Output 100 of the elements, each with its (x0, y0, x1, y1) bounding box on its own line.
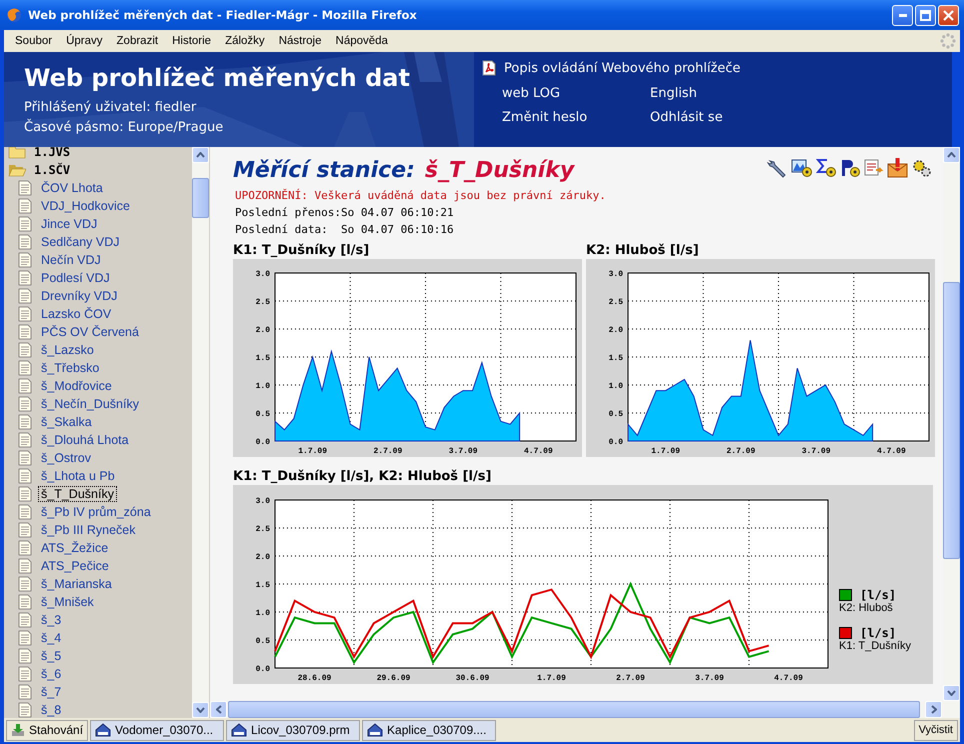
chart-title: K2: Hluboš [l/s] (586, 243, 700, 259)
y-tick-label: 2.5 (256, 525, 270, 534)
y-tick-label: 1.0 (256, 382, 270, 391)
info-value: So 04.07 06:10:21 (341, 205, 455, 220)
station-item[interactable]: š_Dlouhá Lhota (38, 432, 132, 448)
disclaimer-text: UPOZORNĚNÍ: Veškerá uváděná data jsou bez právní záruky. (235, 189, 607, 202)
chart-gear-icon[interactable] (791, 158, 813, 178)
maximize-button[interactable] (915, 4, 936, 26)
x-tick-label: 2.7.09 (616, 674, 645, 683)
station-item[interactable]: š_4 (38, 630, 64, 646)
legend-unit: [l/s] (860, 626, 896, 640)
station-item[interactable]: š_Pb III Ryneček (38, 522, 138, 538)
minimize-button[interactable] (892, 4, 913, 26)
x-tick-label: 28.6.09 (298, 674, 332, 683)
y-tick-label: 0.5 (256, 410, 270, 419)
x-tick-label: 30.6.09 (456, 674, 490, 683)
document-icon (18, 216, 32, 232)
document-icon (18, 684, 32, 700)
x-tick-label: 1.7.09 (537, 674, 566, 683)
globe-icon (6, 7, 22, 23)
spinner-icon (940, 33, 956, 49)
station-item[interactable]: š_3 (38, 612, 64, 628)
folder-item[interactable]: 1.JVS (32, 145, 72, 159)
station-item[interactable]: š_Ostrov (38, 450, 94, 466)
station-item[interactable]: š_Lazsko (38, 342, 97, 358)
page-scrollbar[interactable] (943, 147, 960, 701)
x-tick-label: 1.7.09 (298, 447, 328, 456)
station-item[interactable]: VDJ_Hodkovice (38, 198, 133, 214)
downloads-button[interactable]: Stahování (6, 720, 88, 740)
station-item[interactable]: š_Marianska (38, 576, 115, 592)
header-link[interactable]: web LOG (502, 86, 650, 101)
menu-item[interactable]: Zobrazit (110, 35, 166, 47)
x-tick-label: 4.7.09 (774, 674, 803, 683)
document-icon (18, 504, 32, 520)
station-item[interactable]: š_T_Dušníky (38, 486, 117, 502)
document-icon (18, 450, 32, 466)
download-icon (11, 723, 25, 737)
station-item[interactable]: š_6 (38, 666, 64, 682)
station-item[interactable]: š_8 (38, 702, 64, 718)
station-item[interactable]: Drevníky VDJ (38, 288, 120, 304)
station-item[interactable]: š_Modřovice (38, 378, 115, 394)
legend-label: K1: T_Dušníky (839, 640, 911, 652)
station-item[interactable]: š_Pb IV prům_zóna (38, 504, 154, 520)
menu-item[interactable]: Soubor (8, 35, 60, 47)
station-item[interactable]: Jince VDJ (38, 216, 100, 232)
download-tab[interactable]: Kaplice_030709.... (362, 720, 496, 740)
menu-item[interactable]: Nástroje (272, 35, 329, 47)
folder-item[interactable]: 1.SČV (32, 163, 72, 177)
station-label: Měřící stanice: (233, 158, 415, 183)
station-item[interactable]: š_5 (38, 648, 64, 664)
station-item[interactable]: ATS_Pečice (38, 558, 112, 574)
header-link[interactable]: Změnit heslo (502, 110, 650, 125)
x-tick-label: 3.7.09 (802, 447, 831, 456)
y-tick-label: 0.0 (256, 438, 270, 447)
document-icon (18, 252, 32, 268)
sigma-gear-icon[interactable] (815, 158, 837, 178)
document-icon (18, 468, 32, 484)
y-tick-label: 0.5 (608, 410, 623, 419)
close-button[interactable] (938, 4, 959, 26)
x-tick-label: 3.7.09 (695, 674, 724, 683)
station-item[interactable]: š_7 (38, 684, 64, 700)
document-icon (18, 414, 32, 430)
station-item[interactable]: š_Třebsko (38, 360, 102, 376)
station-item[interactable]: ČOV Lhota (38, 180, 106, 196)
alert-envelope-icon[interactable] (887, 158, 909, 178)
station-item[interactable]: Podlesí VDJ (38, 270, 113, 286)
station-item[interactable]: Lazsko ČOV (38, 306, 114, 322)
header-link[interactable]: Odhlásit se (650, 110, 741, 125)
document-icon (18, 486, 32, 502)
station-item[interactable]: š_Skalka (38, 414, 95, 430)
download-tab[interactable]: Vodomer_03070... (90, 720, 224, 740)
station-item[interactable]: Sedlčany VDJ (38, 234, 123, 250)
clear-button[interactable]: Vyčistit (914, 720, 958, 740)
sidebar-scrollbar[interactable] (192, 147, 209, 718)
y-tick-label: 1.5 (256, 354, 270, 363)
menu-item[interactable]: Záložky (218, 35, 272, 47)
station-item[interactable]: š_Lhota u Pb (38, 468, 118, 484)
station-item[interactable]: ATS_Žežice (38, 540, 112, 556)
y-tick-label: 3.0 (256, 497, 270, 506)
menu-item[interactable]: Historie (165, 35, 218, 47)
station-item[interactable]: Nečín VDJ (38, 252, 104, 268)
document-icon (18, 702, 32, 718)
station-item[interactable]: š_Mnišek (38, 594, 97, 610)
y-tick-label: 2.0 (256, 553, 270, 562)
header-link[interactable]: English (650, 86, 741, 101)
y-tick-label: 1.0 (608, 382, 623, 391)
list-arrow-icon[interactable] (863, 158, 885, 178)
y-tick-label: 1.0 (256, 609, 270, 618)
gears-icon[interactable] (911, 158, 933, 178)
scroll-thumb[interactable] (943, 282, 960, 559)
download-tab[interactable]: Licov_030709.prm (226, 720, 360, 740)
station-item[interactable]: š_Nečín_Dušníky (38, 396, 142, 412)
info-value: So 04.07 06:10:16 (341, 222, 455, 237)
legend-unit: [l/s] (860, 588, 896, 602)
info-label: Poslední přenos: (235, 205, 341, 220)
menu-item[interactable]: Úpravy (59, 35, 110, 47)
menu-item[interactable]: Nápověda (328, 35, 395, 47)
station-item[interactable]: PČS OV Červená (38, 324, 142, 340)
scroll-thumb[interactable] (192, 178, 209, 218)
manual-link[interactable]: Popis ovládání Webového prohlížeče (504, 60, 741, 76)
